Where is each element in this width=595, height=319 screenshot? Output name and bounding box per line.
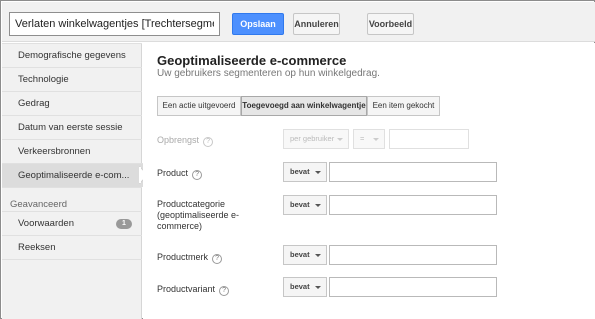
sidebar: Demografische gegevens Technologie Gedra… [2, 43, 149, 319]
product-label: Product? [157, 168, 203, 180]
help-icon[interactable]: ? [219, 286, 230, 296]
cancel-button[interactable]: Annuleren [293, 13, 340, 35]
segment-name-input[interactable] [9, 12, 220, 36]
help-icon[interactable]: ? [203, 137, 214, 147]
caret-down-icon [315, 204, 321, 207]
revenue-scope-dropdown: per gebruiker [283, 129, 349, 149]
tab-purchased-item[interactable]: Een item gekocht [367, 96, 440, 116]
sidebar-divider [2, 259, 142, 260]
variant-value-input[interactable] [329, 277, 497, 297]
caret-down-icon [315, 286, 321, 289]
sidebar-item-label: Verkeersbronnen [18, 146, 91, 157]
tab-added-to-cart[interactable]: Toegevoegd aan winkelwagentje [241, 96, 367, 116]
page-subtitle: Uw gebruikers segmenteren op hun winkelg… [157, 68, 380, 79]
tab-performed-action[interactable]: Een actie uitgevoerd [157, 96, 241, 116]
category-value-input[interactable] [329, 195, 497, 215]
sidebar-item-technology[interactable]: Technologie [2, 67, 142, 91]
main-panel: Geoptimaliseerde e-commerce Uw gebruiker… [143, 43, 595, 319]
brand-value-input[interactable] [329, 245, 497, 265]
sidebar-item-label: Demografische gegevens [18, 50, 126, 61]
top-toolbar: Opslaan Annuleren Voorbeeld [2, 2, 595, 42]
sidebar-item-demographics[interactable]: Demografische gegevens [2, 43, 142, 67]
sidebar-item-label: Technologie [18, 74, 69, 85]
count-badge: 1 [116, 219, 132, 229]
sidebar-item-label: Reeksen [18, 242, 56, 253]
advanced-group-label: Geavanceerd [10, 199, 68, 210]
sidebar-item-conditions[interactable]: Voorwaarden 1 [2, 211, 142, 235]
caret-down-icon [315, 171, 321, 174]
sidebar-item-sequences[interactable]: Reeksen [2, 235, 142, 259]
product-operator-dropdown[interactable]: bevat [283, 162, 327, 182]
caret-down-icon [337, 138, 343, 141]
sidebar-item-enhanced-ecommerce[interactable]: Geoptimaliseerde e-com... [2, 163, 143, 187]
product-brand-label: Productmerk? [157, 252, 223, 264]
sidebar-item-traffic-sources[interactable]: Verkeersbronnen [2, 139, 142, 163]
help-icon[interactable]: ? [192, 170, 203, 180]
sidebar-item-label: Geoptimaliseerde e-com... [18, 170, 130, 181]
revenue-label: Opbrengst? [157, 135, 214, 147]
category-operator-dropdown[interactable]: bevat [283, 195, 327, 215]
segment-editor-frame: Opslaan Annuleren Voorbeeld Demografisch… [0, 0, 595, 319]
sidebar-item-label: Datum van eerste sessie [18, 122, 123, 133]
caret-down-icon [373, 138, 379, 141]
save-button[interactable]: Opslaan [232, 13, 284, 35]
product-category-label: Productcategorie (geoptimaliseerde e-com… [157, 199, 240, 231]
variant-operator-dropdown[interactable]: bevat [283, 277, 327, 297]
sidebar-divider [2, 187, 142, 188]
brand-operator-dropdown[interactable]: bevat [283, 245, 327, 265]
sidebar-item-first-session-date[interactable]: Datum van eerste sessie [2, 115, 142, 139]
product-variant-label: Productvariant? [157, 284, 230, 296]
preview-button[interactable]: Voorbeeld [367, 13, 414, 35]
sidebar-item-behavior[interactable]: Gedrag [2, 91, 142, 115]
revenue-value-input [389, 129, 469, 149]
help-icon[interactable]: ? [212, 254, 223, 264]
product-value-input[interactable] [329, 162, 497, 182]
page-title: Geoptimaliseerde e-commerce [157, 53, 347, 68]
sidebar-item-label: Voorwaarden [18, 218, 74, 229]
caret-down-icon [315, 254, 321, 257]
revenue-operator-dropdown: = [353, 129, 385, 149]
sidebar-item-label: Gedrag [18, 98, 50, 109]
